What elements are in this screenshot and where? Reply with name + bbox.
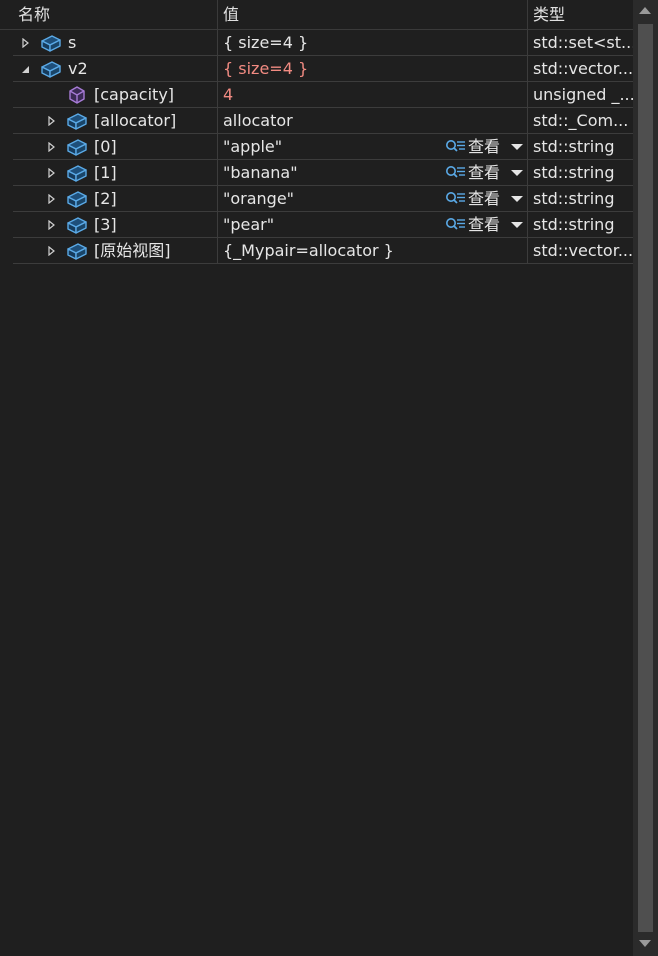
column-divider xyxy=(527,238,528,264)
column-divider xyxy=(217,238,218,264)
watch-row[interactable]: [3] "pear" 查看 std::string xyxy=(13,212,633,238)
column-divider xyxy=(217,134,218,160)
row-name: [2] xyxy=(94,189,117,208)
object-icon xyxy=(66,188,88,210)
text-visualizer-button[interactable]: 查看 xyxy=(445,212,527,237)
column-header-type[interactable]: 类型 xyxy=(533,0,565,29)
visualizer-label: 查看 xyxy=(468,163,501,182)
scroll-up-arrow-icon[interactable] xyxy=(639,7,651,14)
watch-window: 名称 值 类型 s{ size=4 } std::set<st... v2{ siz… xyxy=(0,0,633,956)
scroll-down-arrow-icon[interactable] xyxy=(639,940,651,947)
row-type: std::string xyxy=(533,189,615,208)
column-divider xyxy=(527,212,528,238)
watch-row[interactable]: [allocator] allocator std::_Com... xyxy=(13,108,633,134)
collapsed-triangle-icon[interactable] xyxy=(46,246,56,256)
row-value[interactable]: { size=4 } xyxy=(223,30,308,55)
column-divider xyxy=(527,186,528,212)
chevron-down-icon[interactable] xyxy=(511,222,523,228)
row-type: std::string xyxy=(533,215,615,234)
row-value[interactable]: { size=4 } xyxy=(223,56,308,81)
column-divider xyxy=(217,108,218,134)
chevron-down-icon[interactable] xyxy=(511,144,523,150)
watch-rows: s{ size=4 } std::set<st... v2{ size=4 } std… xyxy=(13,30,633,264)
row-type: std::vector... xyxy=(533,59,633,78)
visualizer-magnifier-icon xyxy=(445,191,467,207)
row-name: [capacity] xyxy=(94,85,175,104)
object-icon xyxy=(66,110,88,132)
visualizer-label: 查看 xyxy=(468,189,501,208)
watch-row[interactable]: [2] "orange" 查看 std::string xyxy=(13,186,633,212)
watch-row[interactable]: [原始视图] {_Mypair=allocator } std::vector... xyxy=(13,238,633,264)
row-value[interactable]: allocator xyxy=(223,108,293,133)
row-name: [原始视图] xyxy=(94,241,171,260)
row-name: [1] xyxy=(94,163,117,182)
collapsed-triangle-icon[interactable] xyxy=(46,168,56,178)
visualizer-magnifier-icon xyxy=(445,217,467,233)
column-divider xyxy=(217,186,218,212)
row-value[interactable]: "pear" xyxy=(223,212,274,237)
collapsed-triangle-icon[interactable] xyxy=(46,194,56,204)
row-value[interactable]: {_Mypair=allocator } xyxy=(223,238,394,263)
object-icon xyxy=(66,214,88,236)
watch-row[interactable]: [1] "banana" 查看 std::string xyxy=(13,160,633,186)
row-value[interactable]: "banana" xyxy=(223,160,298,185)
row-name: [3] xyxy=(94,215,117,234)
column-divider[interactable] xyxy=(217,0,218,29)
chevron-down-icon[interactable] xyxy=(511,170,523,176)
column-divider xyxy=(527,134,528,160)
row-type: std::string xyxy=(533,137,615,156)
column-divider xyxy=(217,82,218,108)
watch-row[interactable]: [0] "apple" 查看 std::string xyxy=(13,134,633,160)
row-name: s xyxy=(68,33,77,52)
row-name: [0] xyxy=(94,137,117,156)
text-visualizer-button[interactable]: 查看 xyxy=(445,134,527,159)
column-divider xyxy=(527,30,528,56)
column-header-name[interactable]: 名称 xyxy=(18,0,50,29)
column-divider xyxy=(527,160,528,186)
vertical-scrollbar[interactable] xyxy=(633,0,658,956)
column-divider xyxy=(217,160,218,186)
row-name: v2 xyxy=(68,59,88,78)
collapsed-triangle-icon[interactable] xyxy=(20,38,30,48)
row-type: std::vector... xyxy=(533,241,633,260)
row-name: [allocator] xyxy=(94,111,177,130)
column-divider xyxy=(217,56,218,82)
object-icon xyxy=(66,162,88,184)
object-icon xyxy=(66,240,88,262)
column-divider xyxy=(527,82,528,108)
collapsed-triangle-icon[interactable] xyxy=(46,116,56,126)
visualizer-magnifier-icon xyxy=(445,165,467,181)
column-header-value[interactable]: 值 xyxy=(223,0,239,29)
row-value[interactable]: "orange" xyxy=(223,186,294,211)
text-visualizer-button[interactable]: 查看 xyxy=(445,160,527,185)
row-value[interactable]: "apple" xyxy=(223,134,282,159)
object-icon xyxy=(66,136,88,158)
row-type: std::set<st... xyxy=(533,33,633,52)
column-header: 名称 值 类型 xyxy=(0,0,633,30)
column-divider xyxy=(527,108,528,134)
column-divider xyxy=(217,212,218,238)
visualizer-magnifier-icon xyxy=(445,139,467,155)
expanded-triangle-icon[interactable] xyxy=(20,64,30,74)
row-type: unsigned _... xyxy=(533,85,633,104)
object-icon xyxy=(40,32,62,54)
watch-row[interactable]: v2 { size=4 } std::vector... xyxy=(13,56,633,82)
object-icon xyxy=(40,58,62,80)
visualizer-label: 查看 xyxy=(468,215,501,234)
property-icon xyxy=(66,84,88,106)
watch-row[interactable]: [capacity] 4 unsigned _... xyxy=(13,82,633,108)
scroll-thumb[interactable] xyxy=(638,24,653,932)
row-type: std::_Com... xyxy=(533,111,629,130)
visualizer-label: 查看 xyxy=(468,137,501,156)
column-divider xyxy=(527,56,528,82)
column-divider[interactable] xyxy=(527,0,528,29)
collapsed-triangle-icon[interactable] xyxy=(46,220,56,230)
chevron-down-icon[interactable] xyxy=(511,196,523,202)
watch-row[interactable]: s { size=4 } std::set<st... xyxy=(13,30,633,56)
text-visualizer-button[interactable]: 查看 xyxy=(445,186,527,211)
row-type: std::string xyxy=(533,163,615,182)
row-value[interactable]: 4 xyxy=(223,82,233,107)
column-divider xyxy=(217,30,218,56)
collapsed-triangle-icon[interactable] xyxy=(46,142,56,152)
